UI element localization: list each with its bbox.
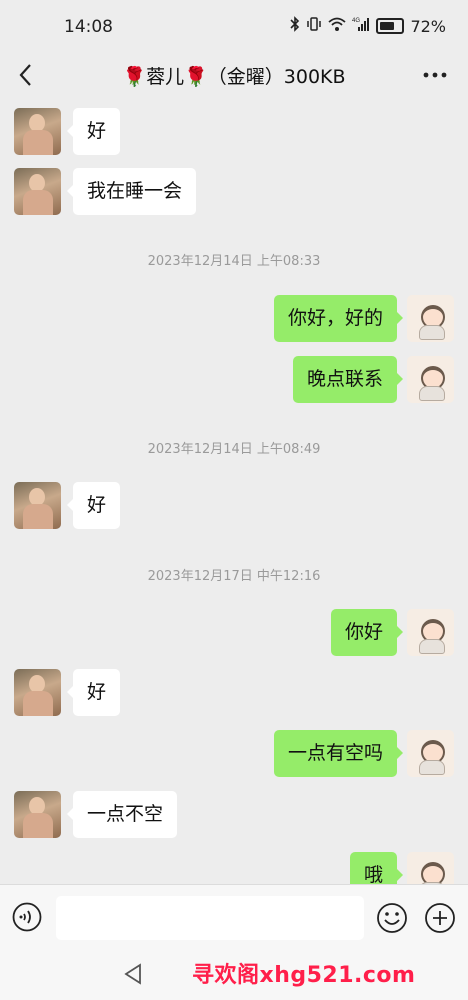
voice-button[interactable]: [12, 902, 42, 932]
message-input[interactable]: [56, 896, 364, 940]
message-timestamp: 2023年12月14日 上午08:49: [147, 442, 321, 457]
bluetooth-icon: [290, 16, 300, 36]
more-button[interactable]: [420, 60, 450, 90]
my-avatar[interactable]: [407, 295, 454, 342]
message-received[interactable]: 好: [66, 108, 121, 155]
signal-icon: 4G: [352, 16, 370, 36]
message-timestamp: 2023年12月14日 上午08:33: [147, 254, 321, 269]
my-avatar[interactable]: [407, 852, 454, 884]
wifi-icon: [328, 16, 347, 36]
system-back-button[interactable]: [122, 962, 144, 986]
chat-area[interactable]: 好 我在睡一会 2023年12月14日 上午08:33 你好，好的 晚点联系 2…: [0, 98, 468, 884]
svg-text:4G: 4G: [352, 18, 360, 24]
more-dots-icon: [423, 72, 447, 78]
my-avatar[interactable]: [407, 730, 454, 777]
contact-avatar[interactable]: [14, 482, 61, 529]
status-icons: 4G 72%: [290, 16, 446, 36]
message-received[interactable]: 好: [66, 669, 121, 716]
message-sent[interactable]: 晚点联系: [292, 356, 404, 403]
contact-avatar[interactable]: [14, 791, 61, 838]
chat-title: 🌹蓉儿🌹（金曜）300KB: [122, 66, 346, 88]
emoji-button[interactable]: [376, 902, 408, 934]
message-received[interactable]: 我在睡一会: [66, 168, 197, 215]
message-received[interactable]: 好: [66, 482, 121, 529]
chat-header: 🌹蓉儿🌹（金曜）300KB: [0, 54, 468, 98]
message-received[interactable]: 一点不空: [66, 791, 178, 838]
emoji-icon: [377, 903, 407, 933]
message-sent[interactable]: 你好: [330, 609, 404, 656]
message-sent[interactable]: 你好，好的: [273, 295, 404, 342]
my-avatar[interactable]: [407, 356, 454, 403]
contact-avatar[interactable]: [14, 108, 61, 155]
watermark-text: 寻欢阁xhg521.com: [192, 963, 416, 988]
vibrate-icon: [306, 16, 322, 36]
battery-icon: [376, 18, 405, 34]
more-functions-button[interactable]: [424, 902, 456, 934]
message-sent[interactable]: 哦: [349, 852, 404, 884]
triangle-back-icon: [124, 963, 141, 985]
plus-icon: [425, 903, 455, 933]
status-bar: 14:08 4G 72%: [0, 0, 468, 54]
battery-level: 72%: [410, 16, 446, 36]
voice-icon: [12, 902, 42, 932]
contact-avatar[interactable]: [14, 168, 61, 215]
status-time: 14:08: [64, 17, 113, 37]
input-bar: [0, 884, 468, 951]
contact-avatar[interactable]: [14, 669, 61, 716]
message-timestamp: 2023年12月17日 中午12:16: [147, 569, 321, 584]
my-avatar[interactable]: [407, 609, 454, 656]
system-nav-bar: 寻欢阁xhg521.com: [0, 950, 468, 1000]
message-sent[interactable]: 一点有空吗: [273, 730, 404, 777]
